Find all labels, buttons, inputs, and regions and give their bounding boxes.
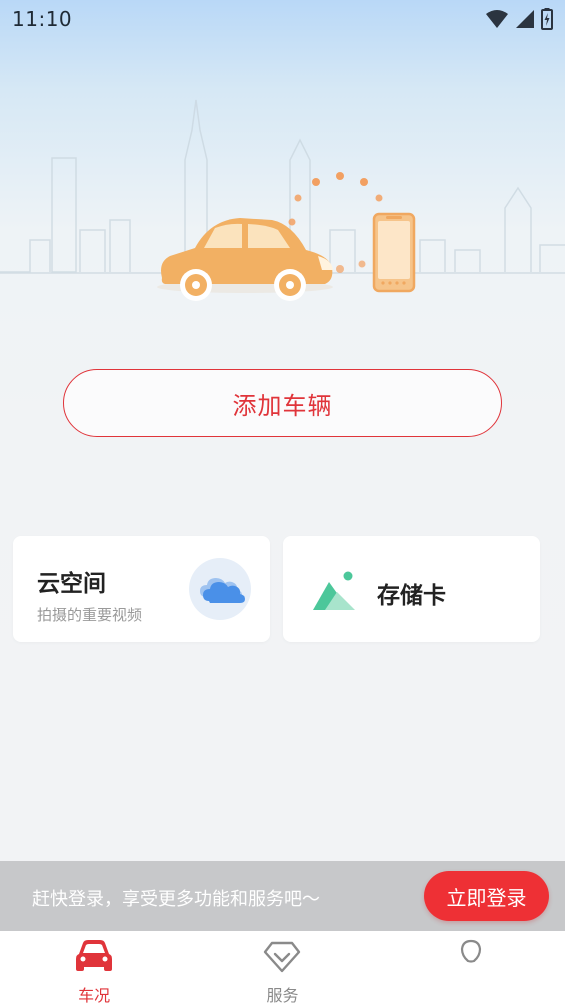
tab-profile[interactable] [377, 931, 565, 1004]
tab-vehicle-status-label: 车况 [78, 986, 111, 1004]
phone-illustration-icon [372, 212, 416, 293]
diamond-icon [264, 941, 301, 973]
login-button[interactable]: 立即登录 [424, 871, 549, 921]
sd-card-icon [313, 571, 355, 610]
tab-vehicle-status[interactable]: 车况 [0, 931, 188, 1004]
car-illustration-icon [157, 218, 333, 301]
login-prompt-bar: 赶快登录，享受更多功能和服务吧～ 立即登录 [0, 861, 565, 931]
sd-card-title: 存储卡 [377, 583, 446, 609]
tab-services-label: 服务 [266, 986, 299, 1004]
signal-icon [516, 10, 534, 28]
status-time: 11:10 [12, 7, 73, 31]
hero-illustration [0, 99, 565, 301]
bottom-tab-bar: 车况 服务 [0, 931, 565, 1004]
wifi-icon [486, 10, 508, 28]
login-prompt-text: 赶快登录，享受更多功能和服务吧～ [32, 889, 320, 910]
add-vehicle-label: 添加车辆 [232, 391, 333, 420]
add-vehicle-button[interactable]: 添加车辆 [63, 369, 502, 437]
cloud-icon [189, 558, 251, 620]
tab-services[interactable]: 服务 [188, 931, 376, 1004]
sd-card-card[interactable]: 存储卡 [283, 536, 540, 642]
login-button-label: 立即登录 [446, 885, 527, 910]
profile-icon [460, 939, 481, 963]
cloud-space-card[interactable]: 云空间 拍摄的重要视频 [13, 536, 270, 642]
cloud-space-subtitle: 拍摄的重要视频 [37, 606, 143, 624]
status-icons [485, 8, 553, 30]
status-bar: 11:10 [0, 0, 565, 38]
car-icon [76, 940, 113, 971]
cloud-space-title: 云空间 [37, 571, 106, 597]
battery-icon [541, 8, 553, 30]
